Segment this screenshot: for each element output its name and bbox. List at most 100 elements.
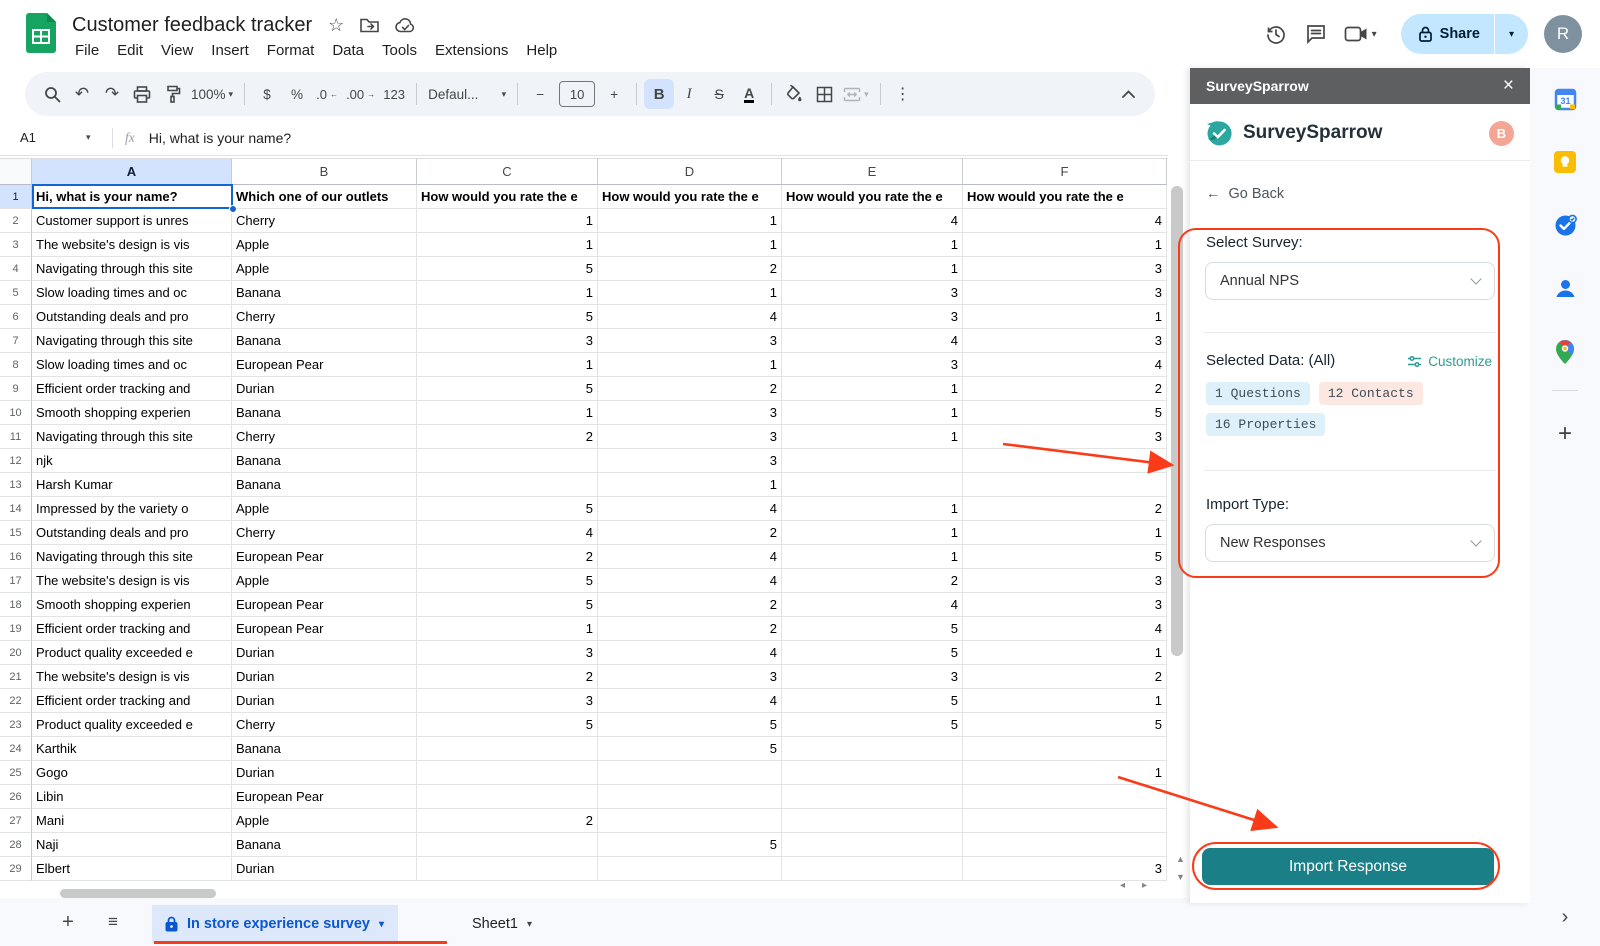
cell-D7[interactable]: 3: [598, 329, 782, 353]
menu-extensions[interactable]: Extensions: [426, 40, 517, 61]
cell-B15[interactable]: Cherry: [232, 521, 417, 545]
cell-A29[interactable]: Elbert: [32, 857, 232, 881]
cell-F8[interactable]: 4: [963, 353, 1167, 377]
cell-D2[interactable]: 1: [598, 209, 782, 233]
cell-B23[interactable]: Cherry: [232, 713, 417, 737]
go-back-link[interactable]: ← Go Back: [1206, 186, 1284, 202]
cell-D26[interactable]: [598, 785, 782, 809]
row-number-21[interactable]: 21: [0, 665, 32, 689]
format-percent-button[interactable]: %: [282, 79, 312, 109]
increase-decimal-button[interactable]: .00: [342, 79, 379, 109]
cell-A26[interactable]: Libin: [32, 785, 232, 809]
cell-A8[interactable]: Slow loading times and oc: [32, 353, 232, 377]
cell-B1[interactable]: Which one of our outlets: [232, 185, 417, 209]
scroll-up-icon[interactable]: ▲: [1176, 854, 1185, 864]
cell-C15[interactable]: 4: [417, 521, 598, 545]
name-box-caret-icon[interactable]: ▾: [86, 132, 112, 143]
cell-C27[interactable]: 2: [417, 809, 598, 833]
scroll-right-icon[interactable]: ▸: [1142, 880, 1147, 891]
cell-F15[interactable]: 1: [963, 521, 1167, 545]
cell-A21[interactable]: The website's design is vis: [32, 665, 232, 689]
cell-F21[interactable]: 2: [963, 665, 1167, 689]
cell-E27[interactable]: [782, 809, 963, 833]
cell-E29[interactable]: [782, 857, 963, 881]
cell-A11[interactable]: Navigating through this site: [32, 425, 232, 449]
cell-B14[interactable]: Apple: [232, 497, 417, 521]
cell-A17[interactable]: The website's design is vis: [32, 569, 232, 593]
column-header-C[interactable]: C: [417, 159, 598, 185]
cell-C13[interactable]: [417, 473, 598, 497]
cell-F25[interactable]: 1: [963, 761, 1167, 785]
cell-E15[interactable]: 1: [782, 521, 963, 545]
cell-C29[interactable]: [417, 857, 598, 881]
cell-C23[interactable]: 5: [417, 713, 598, 737]
maps-icon[interactable]: [1530, 340, 1600, 364]
get-addons-icon[interactable]: +: [1530, 420, 1600, 448]
cell-E3[interactable]: 1: [782, 233, 963, 257]
cell-B9[interactable]: Durian: [232, 377, 417, 401]
cell-E23[interactable]: 5: [782, 713, 963, 737]
tab-sheet1[interactable]: Sheet1 ▾: [462, 905, 542, 943]
cell-E16[interactable]: 1: [782, 545, 963, 569]
cell-C3[interactable]: 1: [417, 233, 598, 257]
name-box[interactable]: A1: [0, 130, 86, 145]
font-select[interactable]: Defaul...▾: [424, 79, 510, 109]
collapse-panel-icon[interactable]: ›: [1530, 906, 1600, 929]
font-size-input[interactable]: 10: [559, 81, 595, 107]
cell-D23[interactable]: 5: [598, 713, 782, 737]
cell-F1[interactable]: How would you rate the e: [963, 185, 1167, 209]
menu-data[interactable]: Data: [323, 40, 373, 61]
row-number-5[interactable]: 5: [0, 281, 32, 305]
bold-button[interactable]: B: [644, 79, 674, 109]
cell-E22[interactable]: 5: [782, 689, 963, 713]
cell-C14[interactable]: 5: [417, 497, 598, 521]
cell-C20[interactable]: 3: [417, 641, 598, 665]
cell-B29[interactable]: Durian: [232, 857, 417, 881]
comments-icon[interactable]: [1296, 14, 1336, 54]
row-number-15[interactable]: 15: [0, 521, 32, 545]
tasks-icon[interactable]: [1530, 214, 1600, 237]
undo-button[interactable]: ↶: [67, 79, 97, 109]
row-number-20[interactable]: 20: [0, 641, 32, 665]
cell-B12[interactable]: Banana: [232, 449, 417, 473]
cell-A6[interactable]: Outstanding deals and pro: [32, 305, 232, 329]
cell-B5[interactable]: Banana: [232, 281, 417, 305]
cell-A19[interactable]: Efficient order tracking and: [32, 617, 232, 641]
cell-F28[interactable]: [963, 833, 1167, 857]
row-number-27[interactable]: 27: [0, 809, 32, 833]
cell-A4[interactable]: Navigating through this site: [32, 257, 232, 281]
cell-D22[interactable]: 4: [598, 689, 782, 713]
cell-A20[interactable]: Product quality exceeded e: [32, 641, 232, 665]
text-color-button[interactable]: A: [734, 79, 764, 109]
calendar-icon[interactable]: 31: [1530, 88, 1600, 111]
cell-D12[interactable]: 3: [598, 449, 782, 473]
cell-C2[interactable]: 1: [417, 209, 598, 233]
cell-A1[interactable]: Hi, what is your name?: [32, 185, 232, 209]
row-number-22[interactable]: 22: [0, 689, 32, 713]
row-number-4[interactable]: 4: [0, 257, 32, 281]
cell-B3[interactable]: Apple: [232, 233, 417, 257]
cell-D24[interactable]: 5: [598, 737, 782, 761]
cell-A28[interactable]: Naji: [32, 833, 232, 857]
cell-F17[interactable]: 3: [963, 569, 1167, 593]
keep-icon[interactable]: [1530, 151, 1600, 173]
cell-E19[interactable]: 5: [782, 617, 963, 641]
cell-E28[interactable]: [782, 833, 963, 857]
cell-E11[interactable]: 1: [782, 425, 963, 449]
cell-F18[interactable]: 3: [963, 593, 1167, 617]
cell-C18[interactable]: 5: [417, 593, 598, 617]
row-number-24[interactable]: 24: [0, 737, 32, 761]
column-header-F[interactable]: F: [963, 159, 1167, 185]
version-history-icon[interactable]: [1256, 14, 1296, 54]
cell-F27[interactable]: [963, 809, 1167, 833]
search-icon[interactable]: [37, 79, 67, 109]
sheets-logo-icon[interactable]: [26, 13, 56, 54]
cell-E10[interactable]: 1: [782, 401, 963, 425]
cell-D4[interactable]: 2: [598, 257, 782, 281]
select-all-corner[interactable]: [0, 159, 32, 185]
cell-C11[interactable]: 2: [417, 425, 598, 449]
cell-B2[interactable]: Cherry: [232, 209, 417, 233]
row-number-10[interactable]: 10: [0, 401, 32, 425]
cell-E7[interactable]: 4: [782, 329, 963, 353]
cell-F5[interactable]: 3: [963, 281, 1167, 305]
